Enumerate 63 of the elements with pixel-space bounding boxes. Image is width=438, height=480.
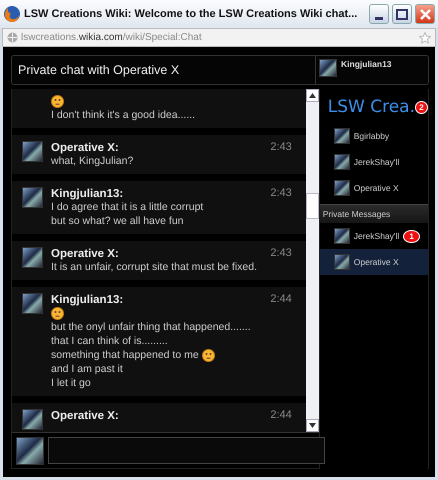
message-text: I do agree that it is a little corrupt [51, 201, 204, 214]
message-text: what, KingJulian? [51, 155, 134, 168]
message-text: and I am past it [51, 363, 123, 376]
avatar-image [16, 437, 44, 465]
down-arrow-icon [308, 423, 316, 428]
star-icon[interactable] [419, 32, 431, 44]
message-time: 2:43 [270, 187, 292, 201]
window-title: LSW Creations Wiki: Welcome to the LSW Creations Wiki chat... [24, 7, 358, 21]
user-name: Kingjulian13 [341, 59, 392, 71]
up-arrow-icon [308, 93, 316, 98]
browser-logo-icon [3, 5, 21, 23]
user-name: Operative X: [51, 247, 119, 261]
scrollbar[interactable] [306, 89, 319, 432]
avatar-image [22, 141, 43, 162]
user-name: Kingjulian13: [51, 187, 124, 201]
message-input-field[interactable] [48, 437, 325, 464]
user-list-item[interactable]: JerekShay'll 1 [320, 223, 428, 249]
maximize-button[interactable] [392, 4, 412, 24]
message-text: that I can think of is......... [51, 335, 168, 348]
message-time: 2:43 [270, 247, 292, 261]
minimize-button[interactable] [369, 4, 389, 24]
avatar-image [334, 254, 350, 270]
avatar-image [22, 247, 43, 268]
scroll-up-button[interactable] [306, 89, 319, 102]
minimize-icon [375, 17, 383, 20]
avatar-image [22, 293, 43, 314]
avatar-image [22, 187, 43, 208]
avatar-image [319, 59, 337, 77]
avatar-image [334, 180, 350, 196]
unread-badge: 2 [415, 100, 428, 114]
scroll-down-button[interactable] [306, 419, 319, 432]
message-time: 2:44 [270, 293, 292, 307]
message-text: I let it go [51, 377, 91, 390]
avatar-image [334, 228, 350, 244]
smiley-icon [51, 307, 64, 320]
close-icon [420, 8, 430, 20]
smiley-icon [51, 95, 64, 108]
message-text: I don't think it's a good idea...... [51, 109, 196, 122]
unread-badge: 1 [403, 230, 420, 242]
maximize-icon [396, 8, 408, 20]
user-name: Operative X: [51, 409, 119, 423]
message-text: something that happened to me [51, 349, 199, 362]
user-list-item[interactable]: Operative X [320, 249, 428, 275]
user-list-item[interactable]: Operative X [320, 175, 428, 201]
user-name: Kingjulian13: [51, 293, 124, 307]
smiley-icon [202, 349, 215, 362]
section-header: Private Messages [320, 204, 428, 223]
user-list-item[interactable]: JerekShay'll [320, 149, 428, 175]
user-name: Operative X: [51, 141, 119, 155]
avatar-image [334, 154, 350, 170]
message-time: 2:43 [270, 141, 292, 155]
wiki-logo[interactable]: LSW Crea. [328, 97, 415, 117]
scroll-thumb[interactable] [306, 192, 319, 218]
user-list-item[interactable]: Bgirlabby [320, 123, 428, 149]
avatar-image [334, 128, 350, 144]
globe-icon [7, 32, 18, 43]
close-button[interactable] [415, 4, 435, 24]
message-text: but so what? we all have fun [51, 215, 184, 228]
avatar-image [22, 409, 43, 430]
chat-title: Private chat with Operative X [17, 62, 180, 79]
message-time: 2:44 [270, 409, 292, 423]
message-text: but the onyl unfair thing that happened....... [51, 321, 251, 334]
message-text: It is an unfair, corrupt site that must be fixed. [51, 261, 258, 274]
